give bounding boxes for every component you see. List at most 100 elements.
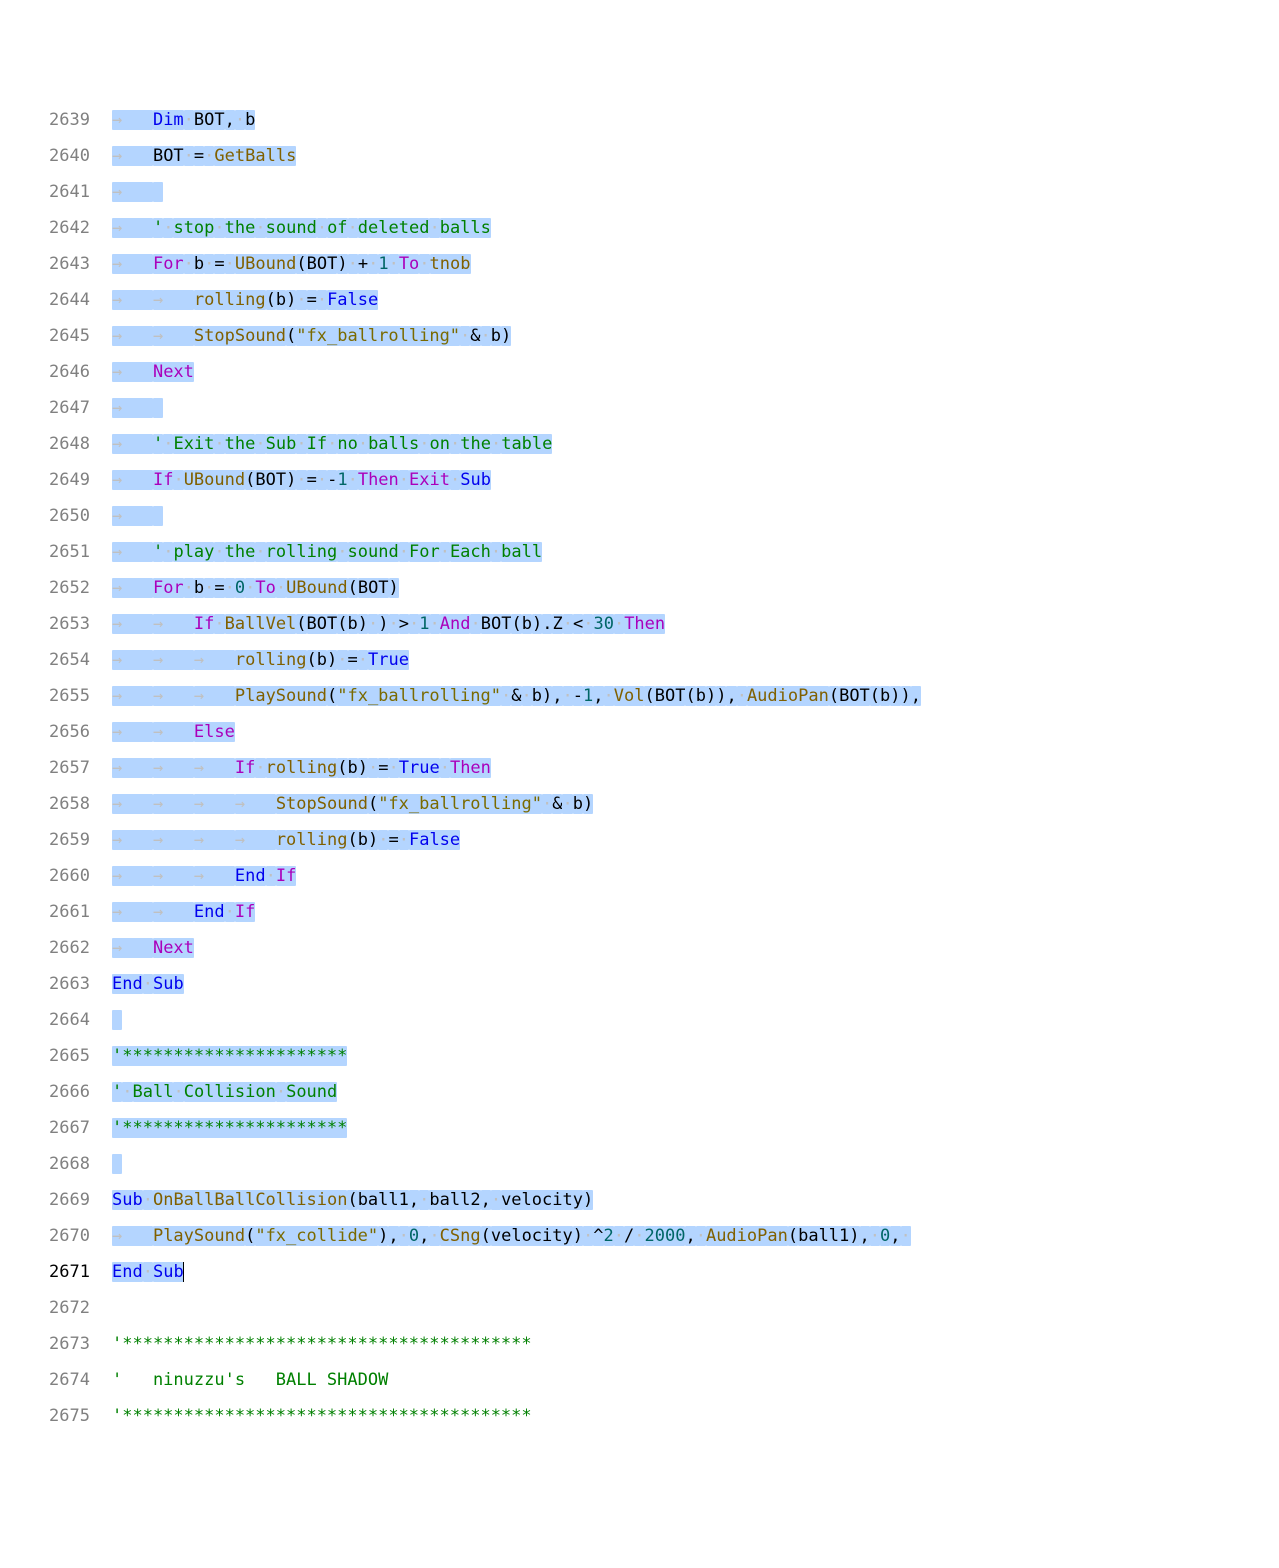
code-line[interactable]: 2666'·Ball·Collision·Sound [0,1080,1279,1116]
code-line[interactable]: 2639→ Dim·BOT,·b [0,108,1279,144]
code-content[interactable]: '********************** [112,1116,1279,1142]
code-content[interactable]: ' ninuzzu's BALL SHADOW [112,1368,1279,1394]
line-number: 2671 [0,1260,112,1286]
code-content[interactable]: → Next [112,360,1279,386]
code-line[interactable]: 2660→ → → End·If [0,864,1279,900]
code-line[interactable]: 2641→ [0,180,1279,216]
line-number: 2661 [0,900,112,926]
line-number: 2658 [0,792,112,818]
code-line[interactable]: 2655→ → → PlaySound("fx_ballrolling"·&·b… [0,684,1279,720]
line-number: 2643 [0,252,112,278]
code-line[interactable]: 2657→ → → If·rolling(b)·=·True·Then [0,756,1279,792]
code-content[interactable]: → → → → rolling(b)·=·False [112,828,1279,854]
code-line[interactable]: 2663End·Sub [0,972,1279,1008]
code-line[interactable]: 2652→ For·b·=·0·To·UBound(BOT) [0,576,1279,612]
line-number: 2648 [0,432,112,458]
code-line[interactable]: 2650→ [0,504,1279,540]
line-number: 2657 [0,756,112,782]
code-line[interactable]: 2662→ Next [0,936,1279,972]
code-content[interactable]: → → → → StopSound("fx_ballrolling"·&·b) [112,792,1279,818]
line-number: 2652 [0,576,112,602]
code-content[interactable]: '***************************************… [112,1404,1279,1430]
code-line[interactable]: 2668 [0,1152,1279,1188]
code-content[interactable]: → For·b·=·UBound(BOT)·+·1·To·tnob [112,252,1279,278]
line-number: 2656 [0,720,112,746]
code-content[interactable]: → For·b·=·0·To·UBound(BOT) [112,576,1279,602]
line-number: 2655 [0,684,112,710]
code-line[interactable]: 2656→ → Else [0,720,1279,756]
code-content[interactable] [112,1152,1279,1178]
code-line[interactable]: 2640→ BOT·=·GetBalls [0,144,1279,180]
code-line[interactable]: 2675'***********************************… [0,1404,1279,1440]
code-line[interactable]: 2667'********************** [0,1116,1279,1152]
code-content[interactable]: → → → End·If [112,864,1279,890]
code-content[interactable]: → PlaySound("fx_collide"),·0,·CSng(veloc… [112,1224,1279,1250]
code-line[interactable]: 2670→ PlaySound("fx_collide"),·0,·CSng(v… [0,1224,1279,1260]
code-line[interactable]: 2643→ For·b·=·UBound(BOT)·+·1·To·tnob [0,252,1279,288]
code-content[interactable]: → → StopSound("fx_ballrolling"·&·b) [112,324,1279,350]
code-content[interactable]: End·Sub [112,1260,1279,1286]
line-number: 2642 [0,216,112,242]
code-content[interactable]: '********************** [112,1044,1279,1070]
code-content[interactable]: → If·UBound(BOT)·=·-1·Then·Exit·Sub [112,468,1279,494]
code-content[interactable]: Sub·OnBallBallCollision(ball1,·ball2,·ve… [112,1188,1279,1214]
code-line[interactable]: 2651→ '·play·the·rolling·sound·For·Each·… [0,540,1279,576]
line-number: 2673 [0,1332,112,1358]
code-line[interactable]: 2664 [0,1008,1279,1044]
code-content[interactable]: → → → If·rolling(b)·=·True·Then [112,756,1279,782]
code-content[interactable]: → [112,504,1279,530]
code-content[interactable]: → '·Exit·the·Sub·If·no·balls·on·the·tabl… [112,432,1279,458]
code-line[interactable]: 2644→ → rolling(b)·=·False [0,288,1279,324]
code-line[interactable]: 2647→ [0,396,1279,432]
code-content[interactable]: → → → rolling(b)·=·True [112,648,1279,674]
line-number: 2649 [0,468,112,494]
code-content[interactable]: → BOT·=·GetBalls [112,144,1279,170]
line-number: 2646 [0,360,112,386]
code-line[interactable]: 2654→ → → rolling(b)·=·True [0,648,1279,684]
line-number: 2650 [0,504,112,530]
line-number: 2670 [0,1224,112,1250]
code-content[interactable]: → → If·BallVel(BOT(b)·)·>·1·And·BOT(b).Z… [112,612,1279,638]
code-line[interactable]: 2673'***********************************… [0,1332,1279,1368]
code-line[interactable]: 2674' ninuzzu's BALL SHADOW [0,1368,1279,1404]
code-content[interactable]: → → rolling(b)·=·False [112,288,1279,314]
code-content[interactable] [112,1008,1279,1034]
code-content[interactable]: End·Sub [112,972,1279,998]
code-line[interactable]: 2672 [0,1296,1279,1332]
code-line[interactable]: 2646→ Next [0,360,1279,396]
line-number: 2666 [0,1080,112,1106]
code-line[interactable]: 2665'********************** [0,1044,1279,1080]
code-line[interactable]: 2661→ → End·If [0,900,1279,936]
code-line[interactable]: 2653→ → If·BallVel(BOT(b)·)·>·1·And·BOT(… [0,612,1279,648]
code-line[interactable]: 2671End·Sub [0,1260,1279,1296]
code-content[interactable]: → '·stop·the·sound·of·deleted·balls [112,216,1279,242]
line-number: 2654 [0,648,112,674]
line-number: 2665 [0,1044,112,1070]
code-content[interactable]: → [112,396,1279,422]
code-content[interactable]: → → Else [112,720,1279,746]
code-content[interactable]: → [112,180,1279,206]
code-content[interactable]: '·Ball·Collision·Sound [112,1080,1279,1106]
line-number: 2672 [0,1296,112,1322]
code-editor[interactable]: 2639→ Dim·BOT,·b2640→ BOT·=·GetBalls2641… [0,102,1279,1440]
line-number: 2640 [0,144,112,170]
code-line[interactable]: 2642→ '·stop·the·sound·of·deleted·balls [0,216,1279,252]
code-line[interactable]: 2645→ → StopSound("fx_ballrolling"·&·b) [0,324,1279,360]
code-content[interactable]: '***************************************… [112,1332,1279,1358]
code-line[interactable]: 2649→ If·UBound(BOT)·=·-1·Then·Exit·Sub [0,468,1279,504]
code-line[interactable]: 2659→ → → → rolling(b)·=·False [0,828,1279,864]
line-number: 2675 [0,1404,112,1430]
code-line[interactable]: 2669Sub·OnBallBallCollision(ball1,·ball2… [0,1188,1279,1224]
code-content[interactable]: → → → PlaySound("fx_ballrolling"·&·b),·-… [112,684,1279,710]
code-content[interactable]: → '·play·the·rolling·sound·For·Each·ball [112,540,1279,566]
code-line[interactable]: 2648→ '·Exit·the·Sub·If·no·balls·on·the·… [0,432,1279,468]
line-number: 2653 [0,612,112,638]
code-content[interactable]: → Dim·BOT,·b [112,108,1279,134]
code-line[interactable]: 2658→ → → → StopSound("fx_ballrolling"·&… [0,792,1279,828]
code-content[interactable]: → Next [112,936,1279,962]
line-number: 2667 [0,1116,112,1142]
line-number: 2662 [0,936,112,962]
line-number: 2639 [0,108,112,134]
line-number: 2651 [0,540,112,566]
code-content[interactable]: → → End·If [112,900,1279,926]
